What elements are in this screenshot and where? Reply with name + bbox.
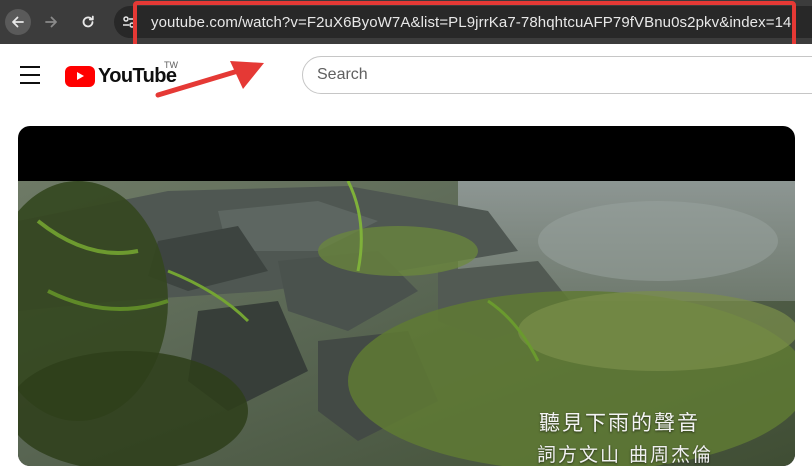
- annotation-arrow-icon: [155, 61, 264, 98]
- menu-icon-bar: [20, 74, 40, 76]
- video-frame: 聽見下雨的聲音 詞方文山 曲周杰倫: [18, 181, 795, 466]
- forward-button[interactable]: [38, 9, 64, 35]
- back-button[interactable]: [5, 9, 31, 35]
- search-input[interactable]: [303, 65, 812, 85]
- reload-icon: [82, 15, 94, 28]
- youtube-header: YouTube TW: [0, 44, 812, 106]
- menu-icon-bar: [20, 82, 40, 84]
- subtitle-line-1: 聽見下雨的聲音: [539, 411, 700, 435]
- reload-button[interactable]: [75, 9, 101, 35]
- menu-icon-bar: [20, 66, 40, 68]
- play-icon: [65, 65, 95, 87]
- video-player[interactable]: 聽見下雨的聲音 詞方文山 曲周杰倫: [18, 126, 795, 466]
- hamburger-menu-button[interactable]: [16, 62, 44, 88]
- subtitle-line-2: 詞方文山 曲周杰倫: [537, 444, 714, 466]
- arrow-left-icon: [12, 16, 24, 28]
- arrow-right-icon: [45, 16, 57, 28]
- search-box[interactable]: [302, 56, 812, 94]
